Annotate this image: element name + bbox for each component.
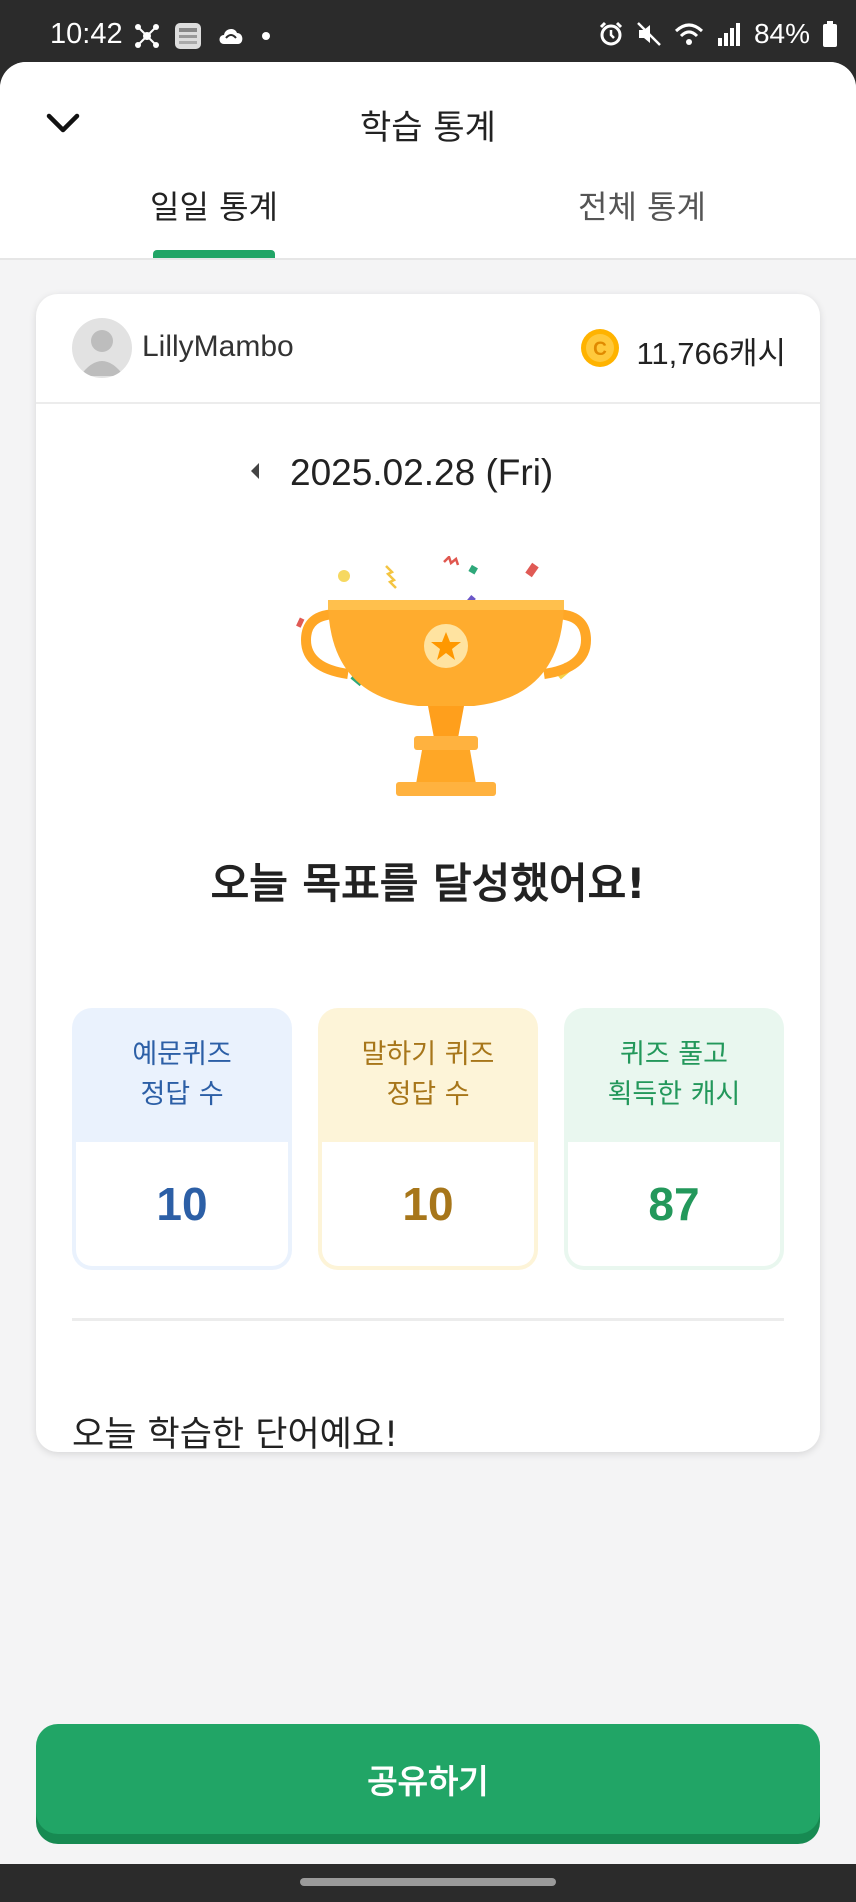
share-button[interactable]: 공유하기 <box>36 1724 820 1834</box>
avatar[interactable] <box>72 318 132 378</box>
date-row: 2025.02.28 (Fri) <box>36 444 820 504</box>
cloud-icon <box>219 29 243 44</box>
section-divider <box>72 1318 784 1321</box>
stat-label-line2: 정답 수 <box>140 1079 224 1110</box>
stat-label-line2: 획득한 캐시 <box>607 1079 741 1110</box>
stat-example-quiz: 예문퀴즈정답 수 10 <box>72 1008 292 1270</box>
stat-label-line1: 말하기 퀴즈 <box>361 1039 495 1070</box>
username: LillyMambo <box>142 330 294 363</box>
date-text: 2025.02.28 (Fri) <box>290 452 554 493</box>
app-screen: 학습 통계 일일 통계 전체 통계 LillyMambo C 11,766캐시 … <box>0 62 856 1864</box>
status-left-icons <box>134 22 272 50</box>
coin-icon: C <box>581 329 619 367</box>
stat-value: 10 <box>322 1142 534 1266</box>
mute-icon <box>637 22 661 46</box>
cash-amount: 11,766캐시 <box>636 336 786 371</box>
top-panel: 학습 통계 일일 통계 전체 통계 <box>0 62 856 260</box>
active-tab-indicator <box>153 250 275 258</box>
stat-label: 말하기 퀴즈정답 수 <box>318 1008 538 1142</box>
status-time: 10:42 <box>50 18 123 50</box>
stat-label: 퀴즈 풀고획득한 캐시 <box>564 1008 784 1142</box>
battery-text: 84% <box>753 18 810 49</box>
stat-label-line1: 퀴즈 풀고 <box>620 1039 728 1070</box>
alarm-icon <box>599 21 623 46</box>
home-indicator[interactable] <box>300 1878 556 1886</box>
network-icon <box>135 24 159 48</box>
stat-speaking-quiz: 말하기 퀴즈정답 수 10 <box>318 1008 538 1270</box>
battery-icon <box>823 21 837 47</box>
navigation-bar <box>0 1864 856 1902</box>
status-bar: 10:42 84% <box>0 0 856 62</box>
words-section-title: 오늘 학습한 단어예요! <box>72 1415 399 1452</box>
wifi-icon <box>674 23 703 45</box>
signal-icon <box>717 23 740 46</box>
daily-stats-card: LillyMambo C 11,766캐시 2025.02.28 (Fri) 오… <box>36 294 820 1452</box>
stat-cash-earned: 퀴즈 풀고획득한 캐시 87 <box>564 1008 784 1270</box>
status-right: 84% <box>598 18 838 50</box>
trophy-illustration <box>296 556 592 796</box>
previous-date-icon[interactable] <box>248 460 262 482</box>
stat-value: 87 <box>568 1142 780 1266</box>
user-icon <box>80 330 124 376</box>
trophy <box>300 600 592 796</box>
svg-text:C: C <box>593 339 607 360</box>
card-header: LillyMambo C 11,766캐시 <box>36 294 820 404</box>
app-icon <box>175 23 201 49</box>
page-title: 학습 통계 <box>360 108 496 148</box>
stat-label-line1: 예문퀴즈 <box>132 1039 232 1070</box>
tab-daily-stats[interactable]: 일일 통계 <box>0 182 428 228</box>
stat-label: 예문퀴즈정답 수 <box>72 1008 292 1142</box>
goal-achieved-message: 오늘 목표를 달성했어요! <box>210 859 646 908</box>
dot-icon <box>262 32 270 40</box>
stat-label-line2: 정답 수 <box>386 1079 470 1110</box>
stat-value: 10 <box>76 1142 288 1266</box>
tab-total-stats[interactable]: 전체 통계 <box>428 182 856 228</box>
